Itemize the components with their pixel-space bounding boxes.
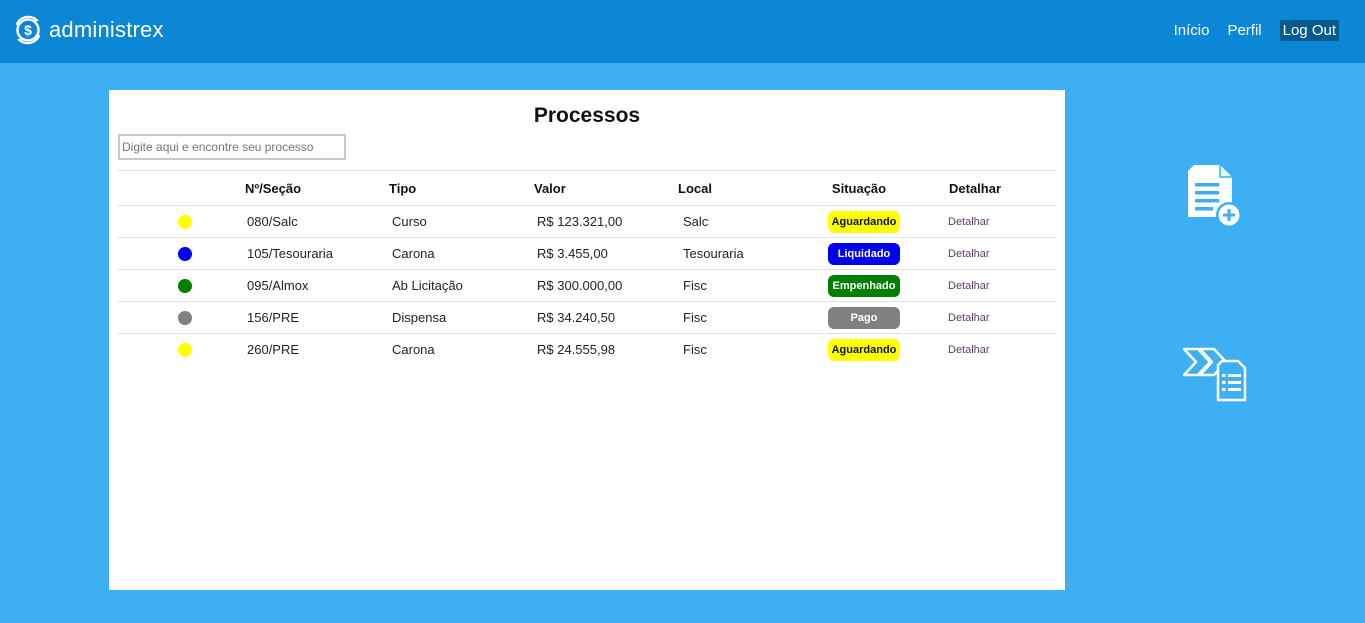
nav-links: Início Perfil Log Out — [1156, 20, 1339, 41]
brand[interactable]: $ administrex — [12, 14, 164, 46]
process-type: Ab Licitação — [392, 278, 463, 293]
table-row: 105/Tesouraria Carona R$ 3.455,00 Tesour… — [118, 237, 1056, 269]
process-value: R$ 24.555,98 — [537, 342, 616, 357]
detail-link[interactable]: Detalhar — [948, 344, 990, 356]
status-dot — [178, 246, 192, 261]
brand-name: administrex — [49, 17, 164, 42]
process-type: Dispensa — [392, 310, 447, 325]
search-input[interactable] — [118, 134, 346, 160]
process-value: R$ 300.000,00 — [537, 278, 623, 293]
process-value: R$ 34.240,50 — [537, 310, 616, 325]
table-row: 260/PRE Carona R$ 24.555,98 Fisc Aguarda… — [118, 333, 1056, 365]
table-row: 156/PRE Dispensa R$ 34.240,50 Fisc Pago … — [118, 301, 1056, 333]
process-value: R$ 123.321,00 — [537, 214, 623, 229]
process-number: 095/Almox — [247, 278, 309, 293]
detail-link[interactable]: Detalhar — [948, 216, 990, 228]
status-badge: Aguardando — [828, 338, 900, 361]
processes-panel: Processos Nº/Seção Tipo Valor Local Situ… — [109, 90, 1065, 590]
status-badge: Pago — [828, 306, 900, 329]
process-number: 080/Salc — [247, 214, 298, 229]
process-type: Curso — [392, 214, 427, 229]
column-header-tipo: Tipo — [389, 180, 417, 196]
column-header-num: Nº/Seção — [245, 180, 302, 196]
status-badge: Aguardando — [828, 210, 900, 233]
processes-table: Nº/Seção Tipo Valor Local Situação Detal… — [118, 170, 1056, 365]
column-header-detalhar: Detalhar — [949, 180, 1002, 196]
process-location: Salc — [683, 214, 709, 229]
logout-button[interactable]: Log Out — [1279, 20, 1339, 41]
detail-link[interactable]: Detalhar — [948, 280, 990, 292]
nav-inicio-link[interactable]: Início — [1174, 22, 1210, 39]
detail-link[interactable]: Detalhar — [948, 248, 990, 260]
process-type: Carona — [392, 342, 435, 357]
add-document-icon[interactable] — [1184, 163, 1244, 231]
status-dot — [178, 278, 192, 293]
process-location: Fisc — [683, 310, 707, 325]
table-row: 080/Salc Curso R$ 123.321,00 Salc Aguard… — [118, 205, 1056, 237]
process-location: Tesouraria — [683, 246, 744, 261]
process-value: R$ 3.455,00 — [537, 246, 608, 261]
top-navbar: $ administrex Início Perfil Log Out — [0, 0, 1365, 63]
process-location: Fisc — [683, 278, 707, 293]
table-row: 095/Almox Ab Licitação R$ 300.000,00 Fis… — [118, 269, 1056, 301]
status-badge: Empenhado — [828, 274, 900, 297]
process-number: 260/PRE — [247, 342, 300, 357]
process-type: Carona — [392, 246, 435, 261]
column-header-local: Local — [678, 180, 712, 196]
column-header-valor: Valor — [534, 180, 566, 196]
page-title: Processos — [533, 104, 641, 127]
status-badge: Liquidado — [828, 242, 900, 265]
column-header-situacao: Situação — [831, 180, 887, 196]
status-dot — [178, 214, 192, 229]
status-dot — [178, 342, 192, 357]
nav-perfil-link[interactable]: Perfil — [1227, 22, 1261, 39]
process-number: 105/Tesouraria — [247, 246, 333, 261]
process-location: Fisc — [683, 342, 707, 357]
process-number: 156/PRE — [247, 310, 300, 325]
forward-list-icon[interactable] — [1182, 347, 1248, 403]
detail-link[interactable]: Detalhar — [948, 312, 990, 324]
money-cycle-logo-icon: $ — [15, 15, 41, 45]
table-header-row: Nº/Seção Tipo Valor Local Situação Detal… — [118, 170, 1056, 205]
svg-text:$: $ — [24, 22, 32, 38]
status-dot — [178, 310, 192, 325]
